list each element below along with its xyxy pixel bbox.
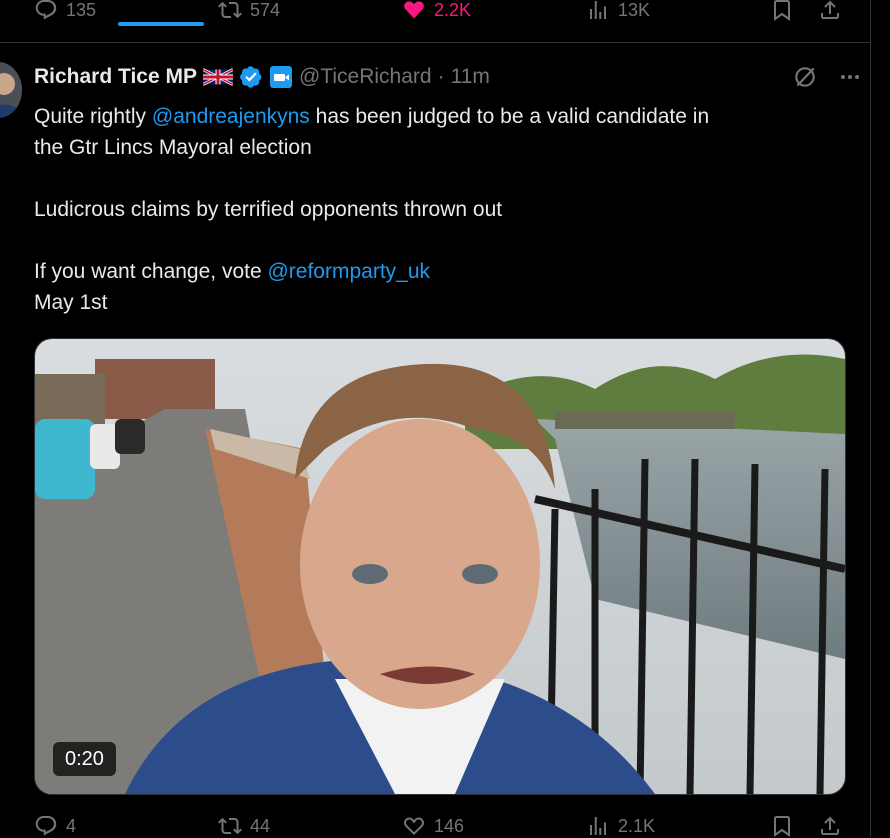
text-line: If you want change, vote @reformparty_uk [34,256,834,287]
like-count: 2.2K [434,0,472,20]
active-indicator [118,22,204,26]
share-button[interactable] [818,0,842,22]
text-segment: has been judged to be a valid candidate … [309,105,710,128]
like-button[interactable]: 146 [402,814,464,838]
heart-filled-icon [404,1,424,19]
post-top-actions [792,64,862,95]
share-icon [821,816,839,835]
views-icon [590,817,606,835]
post-separator [0,42,870,43]
share-icon [821,0,839,19]
repost-icon [218,1,242,19]
video-duration: 0:20 [53,742,116,776]
like-button[interactable]: 2.2K [402,0,471,22]
avatar[interactable] [0,62,22,118]
repost-count: 574 [250,0,281,20]
text-line: Ludicrous claims by terrified opponents … [34,198,503,221]
repost-button[interactable]: 44 [218,814,270,838]
grok-icon[interactable] [792,64,818,95]
post-time[interactable]: 11m [451,65,490,89]
verified-badge-icon[interactable] [239,65,263,89]
text-line: the Gtr Lincs Mayoral election [34,136,312,159]
like-count: 146 [434,815,465,836]
text-segment: If you want change, vote [34,260,268,283]
reply-icon [35,0,57,20]
bookmark-button[interactable] [770,0,794,22]
video-player[interactable] [34,338,846,795]
views-count: 2.1K [618,815,656,836]
reply-button[interactable]: 135 [34,0,96,22]
column-border [870,0,871,837]
text-line: May 1st [34,291,108,314]
author-handle[interactable]: @TiceRichard [299,65,432,89]
more-icon[interactable] [838,65,862,94]
affiliate-badge-icon[interactable] [269,65,293,89]
post-header: Richard Tice MP @TiceRichard · 11m [34,62,490,92]
author-name[interactable]: Richard Tice MP [34,65,197,89]
uk-flag-icon [203,67,233,87]
share-button[interactable] [818,814,842,838]
text-line: Quite rightly @andreajenkyns has been ju… [34,101,834,132]
reply-count: 135 [66,0,97,20]
text-segment: Quite rightly [34,105,152,128]
views-count: 13K [618,0,651,20]
repost-icon [218,817,242,835]
bookmark-icon [774,0,790,21]
mention-link[interactable]: @andreajenkyns [152,105,310,128]
bookmark-icon [774,816,790,837]
repost-button[interactable]: 574 [218,0,280,22]
separator-dot: · [437,65,445,88]
video-thumbnail [35,339,845,794]
reply-button[interactable]: 4 [34,814,76,838]
heart-icon [404,817,424,835]
post-text: Quite rightly @andreajenkyns has been ju… [34,101,834,318]
reply-count: 4 [66,815,77,836]
bookmark-button[interactable] [770,814,794,838]
post-actions: 4 44 146 2.1K [0,808,870,837]
views-button[interactable]: 2.1K [586,814,655,838]
reply-icon [35,816,57,836]
views-icon [590,1,606,19]
mention-link[interactable]: @reformparty_uk [267,260,430,283]
repost-count: 44 [250,815,271,836]
views-button[interactable]: 13K [586,0,650,22]
avatar-image [0,62,22,118]
